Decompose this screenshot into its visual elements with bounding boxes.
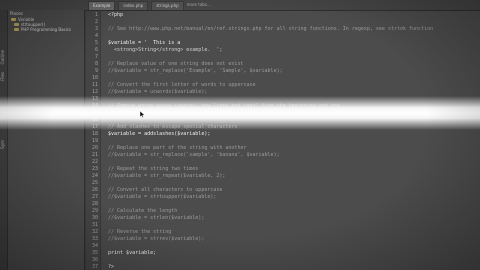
place-item-basics[interactable]: PHP Programming Basics xyxy=(14,27,71,32)
side-tab-outline[interactable]: Outline xyxy=(0,50,7,64)
line-number: 7 xyxy=(94,54,98,60)
code-line-12[interactable]: //$variable = ucwords($variable); xyxy=(108,89,207,95)
line-number: 14 xyxy=(91,103,98,109)
line-number: 22 xyxy=(91,159,98,165)
tab-example[interactable]: Example xyxy=(88,1,116,10)
line-number: 28 xyxy=(91,201,98,207)
code-line-33[interactable]: //$variable = strrev($variable); xyxy=(108,236,204,242)
line-number: 8 xyxy=(94,61,98,67)
line-number: 12 xyxy=(91,89,98,95)
line-number-gutter: 1 2 3 4 5 6 7 8 9 10 11 12 13 14 15 16 17 18 19 20 21 22 23 24 2… xyxy=(86,11,101,270)
panel-title: Places xyxy=(10,11,23,16)
line-number: 20 xyxy=(91,145,98,151)
side-tab-files[interactable]: Files xyxy=(0,72,7,81)
side-panel-strip: Outline Files Code Sym xyxy=(0,10,8,270)
code-line-3[interactable]: // See http://www.php.net/manual/en/ref.… xyxy=(108,26,433,32)
line-number: 18 xyxy=(91,131,98,137)
line-number: 15 xyxy=(91,110,98,116)
line-number: 16 xyxy=(91,117,98,123)
line-number: 11 xyxy=(91,82,98,88)
line-number: 37 xyxy=(91,264,98,270)
file-tabs: Example index.php strings.php more tabs.… xyxy=(88,0,211,10)
tab-strings[interactable]: strings.php xyxy=(151,1,184,10)
code-line-6[interactable]: <strong>String</strong> example. '; xyxy=(108,47,222,53)
code-line-20[interactable]: // Replace one part of the string with a… xyxy=(108,145,246,151)
line-number: 34 xyxy=(91,243,98,249)
code-line-35[interactable]: print $variable; xyxy=(108,250,156,256)
code-line-15[interactable]: //$variable = trim($variable); xyxy=(108,110,198,116)
place-label: PHP Programming Basics xyxy=(21,27,72,32)
code-line-27[interactable]: //$variable = strtoupper($variable); xyxy=(108,194,216,200)
line-number: 32 xyxy=(91,229,98,235)
code-line-24[interactable]: //$variable = str_repeat($variable, 2); xyxy=(108,173,225,179)
line-number: 35 xyxy=(91,250,98,256)
code-line-18[interactable]: $variable = addslashes($variable); xyxy=(108,131,210,137)
code-line-37[interactable]: ?> xyxy=(108,264,114,270)
code-line-21[interactable]: //$variable = str_replace('sample', 'ban… xyxy=(108,152,280,158)
line-number: 13 xyxy=(91,96,98,102)
code-line-17[interactable]: // Add slashes to escape special charact… xyxy=(108,124,237,130)
line-number: 26 xyxy=(91,187,98,193)
line-number: 6 xyxy=(94,47,98,53)
code-line-26[interactable]: // Convert all characters to uppercase xyxy=(108,187,222,193)
code-line-29[interactable]: // Calculate the length xyxy=(108,208,177,214)
code-line-5[interactable]: $variable = ' This is a xyxy=(108,40,180,46)
places-panel: Places Variable strtoupper() PHP Program… xyxy=(8,10,85,270)
code-line-14[interactable]: // Remove white space (spaces, new lines… xyxy=(108,103,340,109)
code-line-30[interactable]: //$variable = strlen($variable); xyxy=(108,215,204,221)
folder-icon xyxy=(14,28,19,31)
code-editor[interactable]: 1 2 3 4 5 6 7 8 9 10 11 12 13 14 15 16 17 18 19 20 21 22 23 24 2… xyxy=(86,11,480,270)
code-line-32[interactable]: // Reverse the string xyxy=(108,229,171,235)
line-number: 33 xyxy=(91,236,98,242)
line-number: 4 xyxy=(94,33,98,39)
line-number: 23 xyxy=(91,166,98,172)
line-number: 31 xyxy=(91,222,98,228)
line-number: 9 xyxy=(94,68,98,74)
side-tab-code[interactable]: Code xyxy=(0,110,7,120)
mouse-cursor-icon xyxy=(140,111,146,118)
code-line-11[interactable]: // Convert the first letter of words to … xyxy=(108,82,256,88)
line-number: 5 xyxy=(94,40,98,46)
side-tab-sym[interactable]: Sym xyxy=(0,140,7,149)
code-line-9[interactable]: //$variable = str_replace('Example', 'Sa… xyxy=(108,68,283,74)
line-number: 1 xyxy=(94,12,98,18)
line-number: 29 xyxy=(91,208,98,214)
tab-index[interactable]: index.php xyxy=(118,1,149,10)
code-line-23[interactable]: // Repeat the string two times xyxy=(108,166,198,172)
line-number: 3 xyxy=(94,26,98,32)
line-number: 25 xyxy=(91,180,98,186)
line-number: 36 xyxy=(91,257,98,263)
line-number: 10 xyxy=(91,75,98,81)
folder-icon xyxy=(14,23,19,26)
code-line-8[interactable]: // Replace value of one string does not … xyxy=(108,61,243,67)
line-number: 17 xyxy=(91,124,98,130)
line-number: 21 xyxy=(91,152,98,158)
line-number: 19 xyxy=(91,138,98,144)
folder-icon xyxy=(11,18,16,21)
line-number: 2 xyxy=(94,19,98,25)
tab-overflow-label[interactable]: more tabs... xyxy=(187,1,211,9)
line-number: 24 xyxy=(91,173,98,179)
line-number: 30 xyxy=(91,215,98,221)
line-number: 27 xyxy=(91,194,98,200)
code-line-1[interactable]: <?php xyxy=(108,12,123,18)
